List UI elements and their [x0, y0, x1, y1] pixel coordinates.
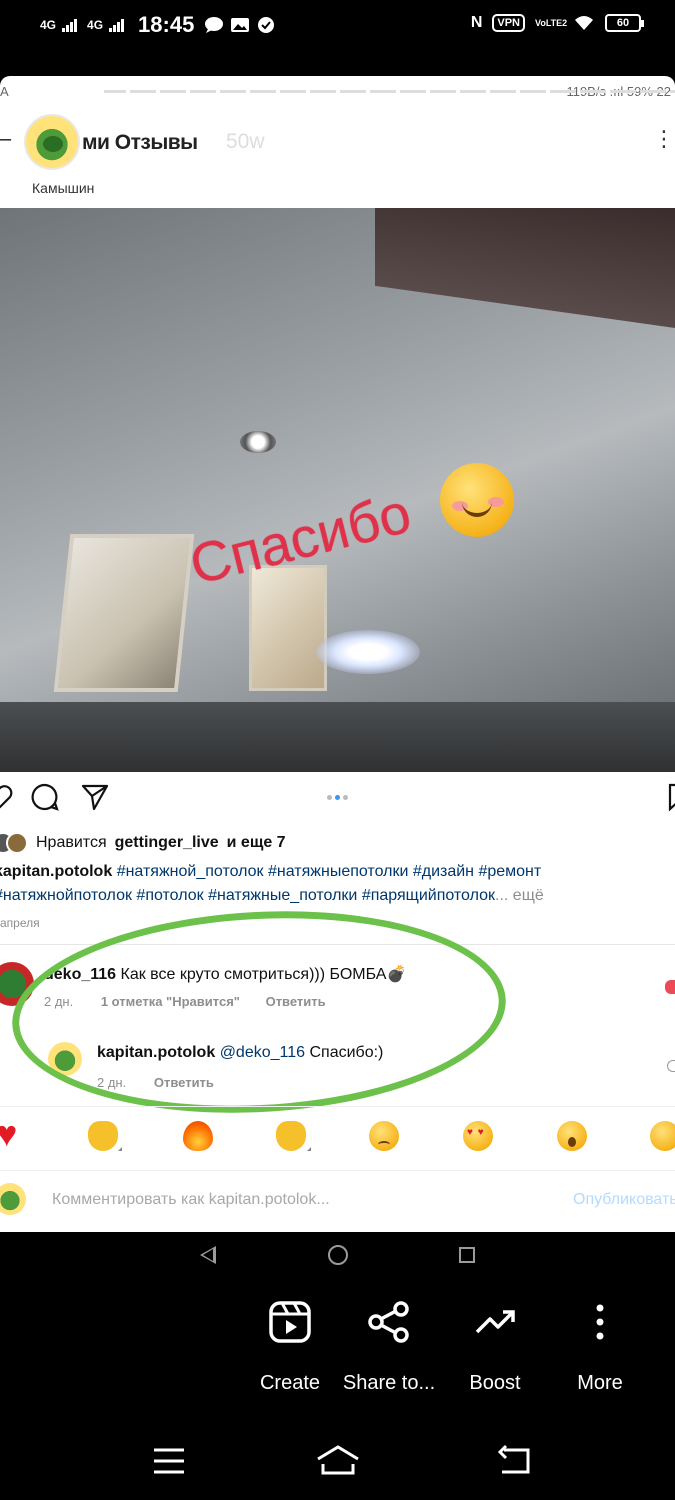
home-circle-icon — [328, 1245, 348, 1265]
status-bar: 4G 4G 18:45 N VPN VoLTE2 60 — [0, 0, 675, 56]
share-sheet-actions: Create Share to... Boost More — [0, 1290, 675, 1410]
wifi-icon — [575, 16, 593, 30]
back-triangle-icon — [200, 1246, 216, 1264]
post-photo[interactable]: Спасибо — [0, 208, 675, 772]
like-icon[interactable] — [0, 782, 14, 812]
surprised-emoji-icon[interactable] — [557, 1121, 587, 1151]
reels-icon — [269, 1301, 311, 1343]
liker-avatar — [6, 832, 28, 854]
signal-icon — [62, 18, 78, 32]
clock: 18:45 — [138, 12, 195, 37]
status-left: 4G 4G 18:45 — [40, 12, 276, 38]
back-icon[interactable]: – — [0, 128, 11, 151]
post-comment-button[interactable]: Опубликовать — [573, 1191, 675, 1209]
comment-composer: Комментировать как kapitan.potolok... Оп… — [0, 1170, 675, 1232]
laughing-emoji-icon[interactable] — [650, 1121, 675, 1151]
save-icon[interactable] — [664, 782, 675, 812]
battery-icon: 60 — [605, 14, 644, 32]
vpn-badge: VPN — [492, 14, 525, 32]
post-actions — [0, 782, 675, 818]
caption-more[interactable]: ... ещё — [495, 887, 544, 904]
system-navigation-bar — [0, 1432, 675, 1500]
more-label: More — [577, 1372, 623, 1394]
trending-up-icon — [475, 1310, 515, 1334]
more-options-icon[interactable]: ⋮ — [653, 126, 675, 152]
share-icon[interactable] — [80, 782, 110, 812]
photo-floor — [0, 702, 675, 772]
inner-status-left: A — [0, 84, 9, 99]
caption-user[interactable]: kapitan.potolok — [0, 863, 112, 880]
own-avatar — [0, 1183, 26, 1215]
photo-wall — [375, 208, 675, 328]
variant-caret — [118, 1147, 122, 1151]
likes-prefix: Нравится — [36, 834, 107, 851]
comment-2-heart-icon[interactable] — [667, 1060, 675, 1072]
location-label[interactable]: Камышин — [32, 180, 94, 196]
message-icon — [205, 17, 224, 33]
green-highlight-circle — [7, 899, 511, 1125]
photo-window-reflection-2 — [252, 568, 324, 688]
variant-caret — [307, 1147, 311, 1151]
photo-spotlight — [240, 431, 276, 453]
boost-button[interactable]: Boost — [440, 1290, 550, 1395]
share-to-button[interactable]: Share to... — [334, 1290, 444, 1395]
heart-eyes-emoji-icon[interactable] — [463, 1121, 493, 1151]
network-label-1: 4G — [40, 18, 57, 32]
share-nodes-icon — [368, 1301, 409, 1343]
photo-chandelier — [316, 630, 420, 674]
inner-navigation-bar — [0, 1232, 675, 1280]
account-title[interactable]: ми Отзывы — [82, 131, 198, 155]
create-button[interactable]: Create — [235, 1290, 345, 1395]
menu-icon[interactable] — [152, 1446, 186, 1476]
fire-emoji-icon[interactable] — [183, 1121, 213, 1151]
photo-window-reflection — [58, 538, 190, 688]
volte-label: VoLTE2 — [535, 17, 568, 28]
signal-icon-2 — [109, 18, 125, 32]
carousel-dots — [327, 795, 348, 800]
likes-user[interactable]: gettinger_live — [115, 834, 219, 852]
share-to-label: Share to... — [342, 1372, 436, 1394]
shared-screenshot: A 119B/s .ııl 59% 22 – ми Отзывы 50w ⋮ К… — [0, 76, 675, 1232]
back-icon[interactable] — [496, 1444, 532, 1476]
raised-hands-emoji-icon[interactable] — [88, 1121, 118, 1151]
boost-label: Boost — [469, 1372, 521, 1394]
more-button[interactable]: More — [545, 1290, 655, 1395]
account-avatar[interactable] — [24, 114, 80, 170]
likes-line[interactable]: Нравится gettinger_live и еще 7 — [0, 832, 286, 854]
comment-icon[interactable] — [30, 782, 60, 812]
likes-suffix[interactable]: и еще 7 — [227, 834, 286, 852]
story-progress-bar — [40, 90, 675, 93]
nfc-icon: N — [470, 14, 483, 31]
gallery-icon — [231, 18, 250, 32]
post-age: 50w — [226, 130, 265, 153]
comment-1-liked-heart-icon[interactable] — [665, 980, 675, 994]
post-caption: kapitan.potolok #натяжной_потолок #натяж… — [0, 860, 669, 908]
comment-input[interactable]: Комментировать как kapitan.potolok... — [52, 1191, 330, 1209]
story-progress-done — [40, 90, 104, 93]
status-right: N VPN VoLTE2 60 — [470, 14, 644, 32]
create-label: Create — [259, 1372, 321, 1394]
network-label-2: 4G — [87, 18, 104, 32]
recents-square-icon — [459, 1247, 475, 1263]
emoji-quick-bar — [0, 1106, 675, 1168]
post-date: апреля — [0, 916, 40, 930]
vertical-dots-icon — [596, 1304, 604, 1340]
clap-emoji-icon[interactable] — [276, 1121, 306, 1151]
crying-emoji-icon[interactable] — [369, 1121, 399, 1151]
home-icon[interactable] — [315, 1444, 361, 1476]
heart-emoji-icon[interactable] — [0, 1113, 26, 1155]
check-icon — [258, 17, 275, 33]
smiling-emoji-icon — [440, 463, 514, 537]
